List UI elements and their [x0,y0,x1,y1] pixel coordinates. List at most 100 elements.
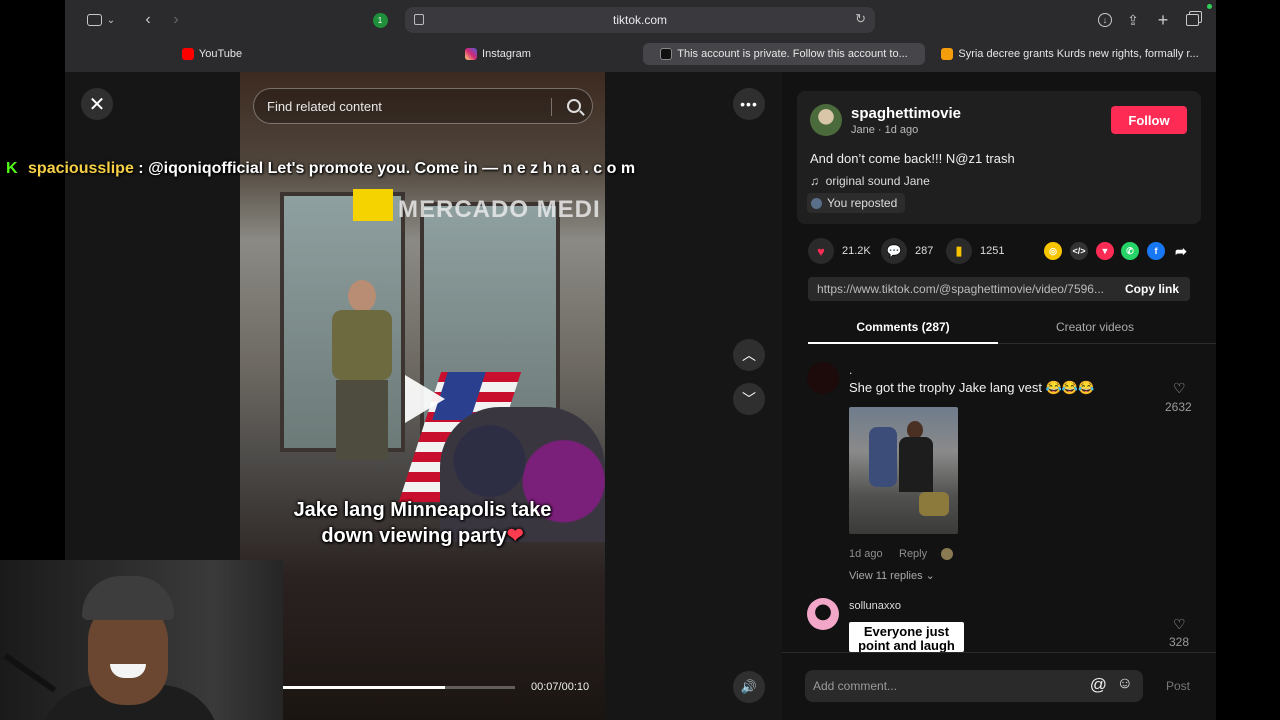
previous-video-button[interactable]: ︿ [733,339,765,371]
comment-meme-image[interactable]: Everyone just point and laugh [849,622,964,652]
play-icon[interactable] [405,375,445,423]
reload-icon[interactable]: ↻ [855,11,866,27]
chevron-down-icon: ⌄ [106,14,116,26]
emoji-icon[interactable]: ☺ [1117,675,1133,693]
facebook-icon[interactable]: f [1147,242,1165,260]
forward-button[interactable]: › [165,8,187,32]
music-note-icon: ♫ [810,174,819,188]
reposted-badge: You reposted [807,193,906,213]
sound-row[interactable]: ♫ original sound Jane [810,174,930,188]
comment-input[interactable]: Add comment... @ ☺ [805,670,1143,702]
tab-youtube[interactable]: YouTube [71,43,353,65]
comment-time: 1d ago [849,548,883,560]
share-button[interactable]: ⇪ [1123,8,1143,32]
view-replies-button[interactable]: View 11 replies ⌄ [849,569,935,582]
heart-outline-icon[interactable]: ♡ [1173,616,1186,633]
close-button[interactable]: ✕ [81,88,113,120]
heart-outline-icon[interactable]: ♡ [1173,380,1186,397]
sidebar-toggle-button[interactable]: ⌄ [79,8,123,32]
address-bar[interactable]: tiktok.com ↻ [405,7,875,33]
caption-line-1: Jake lang Minneapolis take [293,499,552,521]
kick-badge-icon: K [6,160,18,177]
comment-bar: Add comment... @ ☺ Post [782,652,1216,720]
speaker-icon: 🔊 [740,679,758,694]
tab-bar: YouTube Instagram This account is privat… [71,43,1211,67]
comment-placeholder: Add comment... [813,679,898,693]
plus-icon: + [1157,9,1169,30]
send-icon[interactable]: ▼ [1096,242,1114,260]
tab-creator-videos[interactable]: Creator videos [1000,320,1190,334]
author-avatar[interactable] [810,104,842,136]
microphone-arm [3,653,57,693]
comment-text: She got the trophy Jake lang vest 😂😂😂 [849,380,1095,395]
tab-tiktok[interactable]: This account is private. Follow this acc… [643,43,925,65]
heart-icon: ♥ [808,238,834,264]
comment-image[interactable] [849,407,958,534]
side-panel: spaghettimovie Jane · 1d ago Follow And … [782,72,1216,720]
chat-message: @iqoniqofficial Let's promote you. Come … [148,160,636,177]
repost-icon[interactable]: ◎ [1044,242,1062,260]
commenter-avatar[interactable] [807,362,839,394]
copy-link-button[interactable]: Copy link [1125,282,1179,296]
author-username[interactable]: spaghettimovie [851,105,961,122]
streamer-cap [82,576,174,620]
search-placeholder: Find related content [267,98,382,114]
sound-label: original sound Jane [825,174,930,188]
webcam-overlay [0,560,283,720]
view-replies-label: View 11 replies [849,570,923,582]
tab-label: Syria decree grants Kurds new rights, fo… [958,48,1199,60]
whatsapp-icon[interactable]: ✆ [1121,242,1139,260]
commenter-username[interactable]: . [849,363,852,377]
video-caption: Jake lang Minneapolis take down viewing … [240,497,605,549]
tab-label: Instagram [482,48,531,60]
close-icon: ✕ [88,93,106,116]
back-button[interactable]: ‹ [137,8,159,32]
volume-button[interactable]: 🔊 [733,671,765,703]
tab-comments[interactable]: Comments (287) [808,320,998,334]
comment-stat[interactable]: 💬 287 [881,238,933,264]
embed-icon[interactable]: </> [1070,242,1088,260]
post-description: And don’t come back!!! N@z1 trash [810,151,1015,166]
video-progress-bar[interactable] [283,686,515,689]
likes-count: 21.2K [842,245,871,257]
saves-count: 1251 [980,245,1005,257]
new-tab-button[interactable]: + [1153,8,1173,32]
active-tab-underline [808,342,998,344]
description-card: spaghettimovie Jane · 1d ago Follow And … [797,91,1201,224]
heart-emoji: ❤ [506,525,524,547]
next-video-button[interactable]: ﹀ [733,383,765,415]
tab-instagram[interactable]: Instagram [357,43,639,65]
reply-button[interactable]: Reply [899,548,927,560]
link-box: https://www.tiktok.com/@spaghettimovie/v… [808,277,1190,301]
chat-username: spaciousslipe [28,160,134,177]
creator-liked-avatar [941,548,953,560]
commenter-avatar[interactable] [807,598,839,630]
related-search-input[interactable]: Find related content [253,88,593,124]
commenter-username[interactable]: sollunaxxo [849,600,901,612]
save-stat[interactable]: ▮ 1251 [946,238,1004,264]
tab-news[interactable]: Syria decree grants Kurds new rights, fo… [929,43,1211,65]
follow-button[interactable]: Follow [1111,106,1187,134]
news-icon [941,48,954,60]
post-comment-button[interactable]: Post [1166,679,1190,693]
more-options-button[interactable]: ••• [733,88,765,120]
extension-badge-icon: 1 [372,12,388,28]
search-icon[interactable] [567,99,581,113]
chat-separator: : [133,160,149,177]
tab-label: YouTube [198,48,243,60]
share-arrow-icon[interactable]: ➦ [1172,242,1190,260]
extension-button[interactable]: 1 [371,8,389,32]
browser-toolbar: ⌄ ‹ › 1 tiktok.com ↻ ↓ ⇪ + [65,0,1216,40]
mention-icon[interactable]: @ [1090,675,1107,695]
tab-overview-button[interactable] [1182,8,1202,32]
video-time: 00:07/00:10 [531,681,590,693]
chevron-right-icon: › [173,11,179,28]
video-link[interactable]: https://www.tiktok.com/@spaghettimovie/v… [817,282,1104,296]
chevron-down-icon: ﹀ [742,391,756,407]
chevron-left-icon: ‹ [145,11,151,28]
person-figure [322,280,402,460]
youtube-icon [181,48,194,60]
tab-label: This account is private. Follow this acc… [677,48,908,60]
like-stat[interactable]: ♥ 21.2K [808,238,871,264]
downloads-button[interactable]: ↓ [1095,8,1115,32]
